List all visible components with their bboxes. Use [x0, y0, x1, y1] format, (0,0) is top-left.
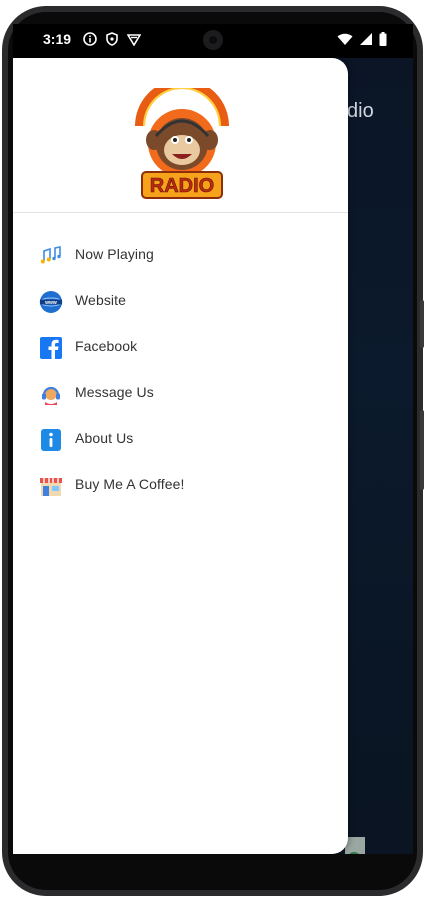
drawer-header: RADIO — [13, 58, 348, 213]
signal-icon — [360, 33, 372, 45]
vpn-key-icon — [127, 34, 141, 46]
power-button — [420, 410, 424, 490]
store-icon — [40, 478, 62, 496]
status-time: 3:19 — [43, 31, 72, 47]
music-notes-icon — [40, 246, 61, 264]
screen: dio 3:19 RADIO Now Playing www Website F… — [13, 24, 413, 854]
wifi-icon — [337, 33, 353, 45]
gesture-navigation-handle[interactable] — [160, 840, 266, 845]
facebook-icon — [40, 337, 62, 359]
menu-item-now-playing[interactable]: Now Playing — [13, 233, 348, 279]
shield-icon — [106, 32, 118, 46]
background-app-title: dio — [347, 100, 374, 122]
menu-label-now-playing: Now Playing — [75, 246, 154, 262]
status-system-icons — [337, 32, 387, 46]
drawer-menu: Now Playing www Website Facebook Message… — [13, 233, 348, 509]
globe-www-icon: www — [39, 291, 63, 313]
svg-text:www: www — [44, 300, 57, 306]
menu-label-buy-me-a-coffee: Buy Me A Coffee! — [75, 476, 185, 492]
info-circle-icon — [83, 32, 97, 46]
menu-item-website[interactable]: www Website — [13, 279, 348, 325]
menu-item-facebook[interactable]: Facebook — [13, 325, 348, 371]
headset-support-icon — [42, 386, 60, 405]
menu-item-buy-me-a-coffee[interactable]: Buy Me A Coffee! — [13, 463, 348, 509]
menu-item-message-us[interactable]: Message Us — [13, 371, 348, 417]
menu-item-about-us[interactable]: About Us — [13, 417, 348, 463]
menu-label-about-us: About Us — [75, 430, 134, 446]
status-bar: 3:19 — [13, 24, 413, 58]
menu-label-message-us: Message Us — [75, 384, 154, 400]
status-notification-icons — [83, 32, 141, 46]
logo-text: RADIO — [150, 175, 214, 197]
info-icon — [41, 429, 61, 451]
phone-mockup: dio 3:19 RADIO Now Playing www Website F… — [0, 0, 425, 900]
radio-station-logo: RADIO — [135, 88, 229, 199]
volume-button — [420, 300, 424, 348]
menu-label-facebook: Facebook — [75, 338, 138, 354]
front-camera — [203, 30, 223, 50]
battery-icon — [379, 32, 387, 46]
menu-label-website: Website — [75, 292, 127, 308]
navigation-drawer: RADIO Now Playing www Website Facebook M… — [13, 58, 348, 854]
